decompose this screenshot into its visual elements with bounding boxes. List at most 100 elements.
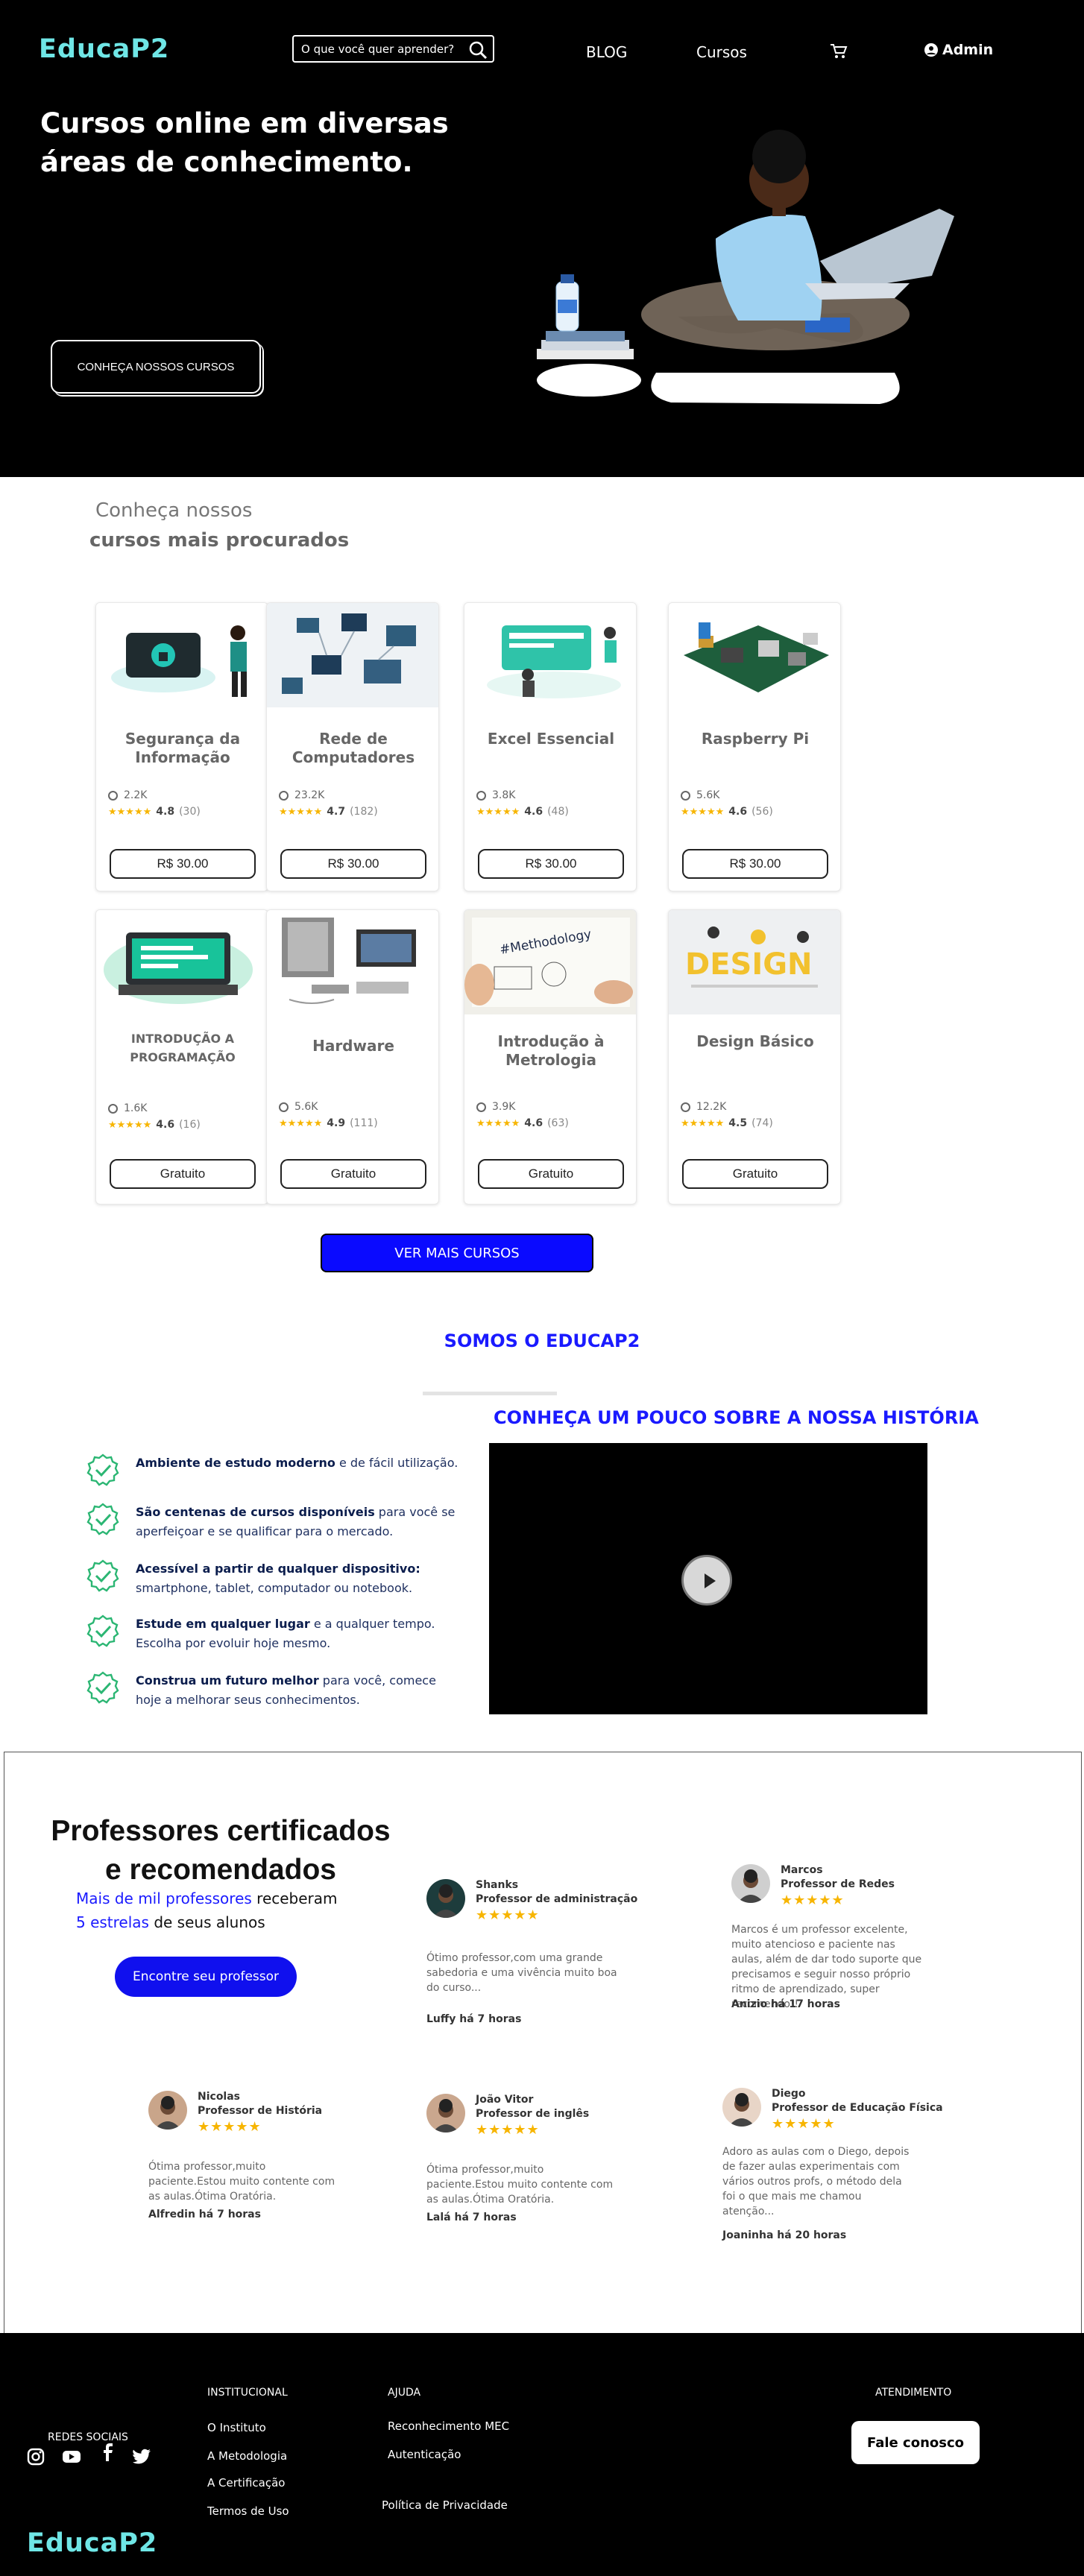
see-more-courses-button[interactable]: VER MAIS CURSOS — [321, 1234, 593, 1272]
course-price-button[interactable]: R$ 30.00 — [110, 849, 256, 879]
course-image[interactable] — [669, 603, 840, 707]
course-title[interactable]: Hardware — [276, 1037, 431, 1055]
reviews-count: (74) — [751, 1117, 773, 1129]
avatar[interactable] — [426, 1879, 465, 1918]
user-icon — [279, 790, 289, 801]
feature-rest: smartphone, tablet, computador ou notebo… — [136, 1581, 413, 1595]
course-price-button[interactable]: R$ 30.00 — [280, 849, 426, 879]
user-icon — [681, 1102, 690, 1112]
course-card[interactable]: #Methodology Introdução à Metrologia 3.9K ★… — [464, 909, 637, 1205]
check-badge-icon — [86, 1503, 119, 1535]
rating-value: 4.8 — [156, 806, 175, 818]
course-image[interactable] — [464, 603, 636, 707]
course-students: 5.6K — [681, 789, 719, 801]
rating-value: 4.7 — [327, 806, 346, 818]
avatar[interactable] — [148, 2091, 187, 2130]
find-teacher-button[interactable]: Encontre seu professor — [115, 1957, 297, 1997]
teacher-name[interactable]: Marcos — [781, 1864, 823, 1876]
course-price-button[interactable]: Gratuito — [478, 1159, 624, 1189]
course-price-button[interactable]: R$ 30.00 — [682, 849, 828, 879]
teacher-role: Professor de Educação Física — [772, 2102, 943, 2114]
course-card[interactable]: Hardware 5.6K ★★★★★ 4.9 (111) Gratuito — [266, 909, 439, 1205]
footer-link-metodologia[interactable]: A Metodologia — [207, 2449, 287, 2463]
video-player[interactable] — [489, 1443, 927, 1714]
course-title[interactable]: Design Básico — [678, 1032, 833, 1051]
facebook-icon[interactable] — [97, 2442, 118, 2463]
course-card[interactable]: DESIGN Design Básico 12.2K ★★★★★ 4.5 (74) Grat… — [668, 909, 841, 1205]
youtube-icon[interactable] — [61, 2446, 82, 2467]
course-rating: ★★★★★ 4.6 (63) — [476, 1117, 569, 1129]
search-box[interactable] — [292, 35, 494, 63]
course-price-button[interactable]: Gratuito — [682, 1159, 828, 1189]
course-card[interactable]: Excel Essencial 3.8K ★★★★★ 4.6 (48) R$ 30.00 — [464, 602, 637, 891]
teacher-review: Diego Professor de Educação Física ★★★★★ Ad… — [722, 2088, 946, 2267]
admin-menu[interactable]: Admin — [924, 42, 993, 58]
twitter-icon[interactable] — [131, 2446, 152, 2467]
logo[interactable]: EducaP2 — [39, 34, 169, 64]
teacher-name[interactable]: Diego — [772, 2088, 806, 2100]
footer-link-autenticacao[interactable]: Autenticação — [388, 2448, 461, 2461]
search-icon[interactable] — [467, 40, 488, 60]
feature-bold: Ambiente de estudo moderno — [136, 1456, 335, 1470]
course-title[interactable]: Introdução à Metrologia — [473, 1032, 628, 1070]
avatar[interactable] — [722, 2088, 761, 2127]
footer-link-privacidade[interactable]: Política de Privacidade — [382, 2498, 508, 2512]
instagram-icon[interactable] — [25, 2446, 46, 2467]
footer-logo[interactable]: EducaP2 — [27, 2528, 157, 2558]
course-card[interactable]: Rede de Computadores 23.2K ★★★★★ 4.7 (182) R$… — [266, 602, 439, 891]
course-image[interactable] — [96, 603, 268, 707]
footer-help-title: AJUDA — [388, 2387, 421, 2399]
course-title[interactable]: Rede de Computadores — [276, 730, 431, 767]
course-students: 12.2K — [681, 1101, 726, 1113]
cart-icon[interactable] — [829, 42, 848, 61]
teachers-title: Professores certificados e recomendados — [51, 1815, 391, 1886]
avatar[interactable] — [731, 1864, 770, 1903]
course-image[interactable] — [267, 603, 438, 707]
footer-support-title: ATENDIMENTO — [875, 2387, 952, 2399]
user-icon — [108, 1103, 118, 1114]
course-card[interactable]: Raspberry Pi 5.6K ★★★★★ 4.6 (56) R$ 30.00 — [668, 602, 841, 891]
course-rating: ★★★★★ 4.7 (182) — [279, 806, 378, 818]
about-title: SOMOS O EDUCAP2 — [444, 1330, 640, 1351]
star-rating-icon: ★★★★★ — [108, 1119, 152, 1131]
reviews-count: (30) — [179, 806, 201, 818]
teacher-role: Professor de Redes — [781, 1878, 895, 1890]
course-image[interactable] — [96, 910, 268, 1014]
user-icon — [924, 43, 938, 57]
course-price-button[interactable]: R$ 30.00 — [478, 849, 624, 879]
footer-link-instituto[interactable]: O Instituto — [207, 2421, 266, 2434]
course-title[interactable]: INTRODUÇÃO A PROGRAMAÇÃO — [105, 1029, 260, 1067]
course-card[interactable]: Segurança da Informação 2.2K ★★★★★ 4.8 (30) R… — [95, 602, 268, 891]
course-image[interactable]: DESIGN — [669, 910, 840, 1014]
nav-blog[interactable]: BLOG — [586, 43, 627, 61]
course-price-button[interactable]: Gratuito — [110, 1159, 256, 1189]
contact-button[interactable]: Fale conosco — [851, 2421, 980, 2464]
footer-link-termos[interactable]: Termos de Uso — [207, 2504, 289, 2518]
course-card[interactable]: INTRODUÇÃO A PROGRAMAÇÃO 1.6K ★★★★★ 4.6 (16)… — [95, 909, 268, 1205]
search-input[interactable] — [301, 42, 458, 57]
teacher-name[interactable]: Nicolas — [198, 2091, 240, 2103]
feature-item: Estude em qualquer lugar e a qualquer te… — [86, 1614, 459, 1653]
course-title[interactable]: Excel Essencial — [473, 730, 628, 748]
teacher-name[interactable]: Shanks — [476, 1879, 518, 1891]
course-price-button[interactable]: Gratuito — [280, 1159, 426, 1189]
course-image[interactable] — [267, 910, 438, 1014]
course-rating: ★★★★★ 4.6 (16) — [108, 1119, 201, 1131]
teacher-name[interactable]: João Vitor — [476, 2094, 533, 2106]
avatar[interactable] — [426, 2094, 465, 2133]
hero-cta-button[interactable]: CONHEÇA NOSSOS CURSOS — [51, 340, 261, 394]
course-title[interactable]: Raspberry Pi — [678, 730, 833, 748]
nav-cursos[interactable]: Cursos — [696, 43, 747, 61]
hero-title: Cursos online em diversas áreas de conhe… — [40, 107, 449, 178]
footer-link-certificacao[interactable]: A Certificação — [207, 2476, 285, 2490]
feature-text: Construa um futuro melhor para você, com… — [136, 1671, 459, 1710]
admin-label: Admin — [942, 42, 994, 58]
reviews-count: (16) — [179, 1119, 201, 1131]
course-image[interactable]: #Methodology — [464, 910, 636, 1014]
teachers-sub-highlight: 5 estrelas — [76, 1913, 149, 1931]
students-count: 3.8K — [492, 789, 516, 801]
footer-link-mec[interactable]: Reconhecimento MEC — [388, 2419, 509, 2433]
feature-item: Construa um futuro melhor para você, com… — [86, 1671, 459, 1710]
play-icon[interactable] — [681, 1555, 732, 1606]
course-title[interactable]: Segurança da Informação — [105, 730, 260, 767]
